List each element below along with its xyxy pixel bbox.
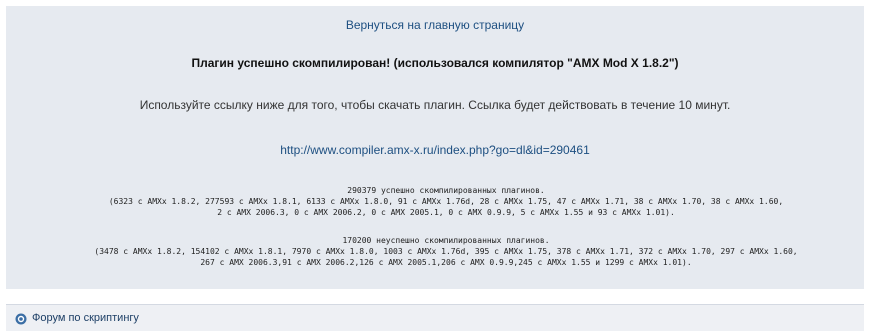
success-stats-line: 2 с AMX 2006.3, 0 с AMX 2006.2, 0 с AMX … (217, 208, 675, 217)
success-stats: 290379 успешно скомпилированных плагинов… (6, 185, 886, 218)
compile-success-message: Плагин успешно скомпилирован! (использов… (191, 56, 679, 70)
success-stats-line: (6323 с AMXx 1.8.2, 277593 с AMXx 1.8.1,… (108, 197, 784, 206)
download-instruction: Используйте ссылку ниже для того, чтобы … (139, 98, 731, 112)
footer-bar: Форум по скриптингу (6, 304, 864, 331)
success-stats-line: 290379 успешно скомпилированных плагинов… (347, 186, 545, 195)
forum-bubble-icon (15, 313, 27, 325)
back-to-home-link[interactable]: Вернуться на главную страницу (6, 18, 864, 32)
download-link[interactable]: http://www.compiler.amx-x.ru/index.php?g… (6, 143, 864, 157)
fail-stats: 170200 неуспешно скомпилированных плагин… (6, 235, 886, 268)
fail-stats-line: (3478 с AMXx 1.8.2, 154102 с AMXx 1.8.1,… (94, 247, 798, 256)
fail-stats-line: 267 с AMX 2006.3,91 с AMX 2006.2,126 с A… (200, 258, 692, 267)
fail-stats-line: 170200 неуспешно скомпилированных плагин… (342, 236, 550, 245)
forum-scripting-link[interactable]: Форум по скриптингу (32, 312, 139, 324)
compile-result-panel: Вернуться на главную страницу Плагин усп… (6, 6, 864, 289)
